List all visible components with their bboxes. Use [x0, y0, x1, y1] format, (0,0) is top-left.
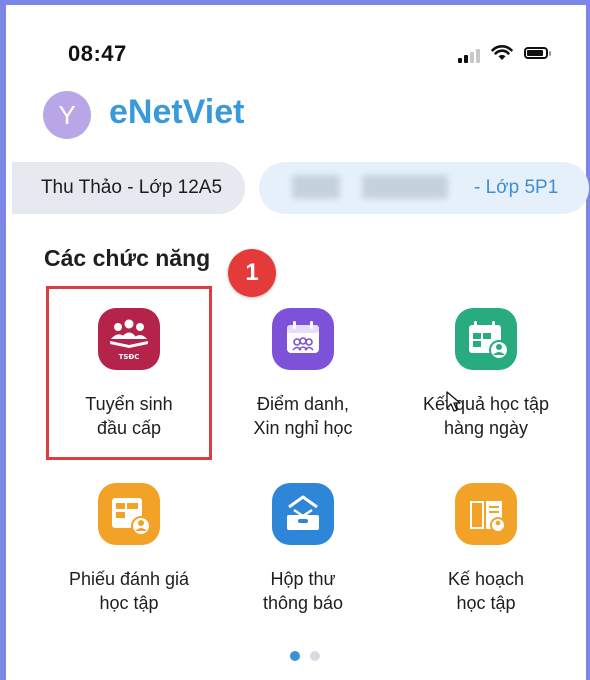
- feature-label: Hộp thư: [270, 569, 336, 589]
- feature-study-plan[interactable]: Kế hoạch học tập: [406, 483, 566, 615]
- page-dot-active[interactable]: [290, 651, 300, 661]
- mouse-cursor-icon: [446, 391, 461, 412]
- feature-attendance[interactable]: Điểm danh, Xin nghỉ học: [223, 308, 383, 440]
- feature-label: học tập: [99, 593, 159, 613]
- redacted-name: [292, 175, 340, 199]
- daily-results-calendar-icon: [455, 308, 517, 370]
- section-title: Các chức năng: [44, 245, 211, 271]
- feature-label: Điểm danh,: [256, 394, 350, 414]
- attendance-calendar-icon: [272, 308, 334, 370]
- app-title: eNetViet: [109, 93, 245, 131]
- step-badge: 1: [228, 249, 276, 297]
- feature-evaluation-form[interactable]: Phiếu đánh giá học tập: [49, 483, 209, 615]
- feature-daily-results[interactable]: Kết quả học tập hàng ngày: [406, 308, 566, 440]
- feature-label: Phiếu đánh giá: [68, 569, 190, 589]
- class-tab-12a5[interactable]: Thu Thảo - Lớp 12A5: [12, 162, 245, 214]
- avatar[interactable]: Y: [43, 91, 91, 139]
- phone-screen: 08:47 Y eNetViet Thu Thảo - Lớp 12A5 - L…: [0, 0, 590, 680]
- feature-label: hàng ngày: [443, 418, 529, 438]
- study-plan-book-icon: [455, 483, 517, 545]
- evaluation-form-icon: [98, 483, 160, 545]
- pagination-dots[interactable]: [290, 651, 330, 663]
- feature-label: Xin nghỉ học: [253, 418, 353, 438]
- mailbox-icon: [272, 483, 334, 545]
- highlight-box: [46, 286, 212, 460]
- class-tab-label: - Lớp 5P1: [474, 177, 559, 198]
- status-icons: [458, 45, 568, 65]
- battery-icon: [524, 47, 551, 59]
- wifi-icon: [491, 45, 513, 60]
- feature-label: học tập: [456, 593, 516, 613]
- feature-label: Kết quả học tập: [422, 394, 550, 414]
- class-tab-5p1[interactable]: - Lớp 5P1: [259, 162, 589, 214]
- status-time: 08:47: [68, 41, 127, 66]
- class-tab-label: Thu Thảo - Lớp 12A5: [40, 177, 223, 198]
- page-dot[interactable]: [310, 651, 320, 661]
- feature-label: Kế hoạch: [447, 569, 525, 589]
- feature-label: thông báo: [262, 593, 344, 613]
- feature-mailbox[interactable]: Hộp thư thông báo: [223, 483, 383, 615]
